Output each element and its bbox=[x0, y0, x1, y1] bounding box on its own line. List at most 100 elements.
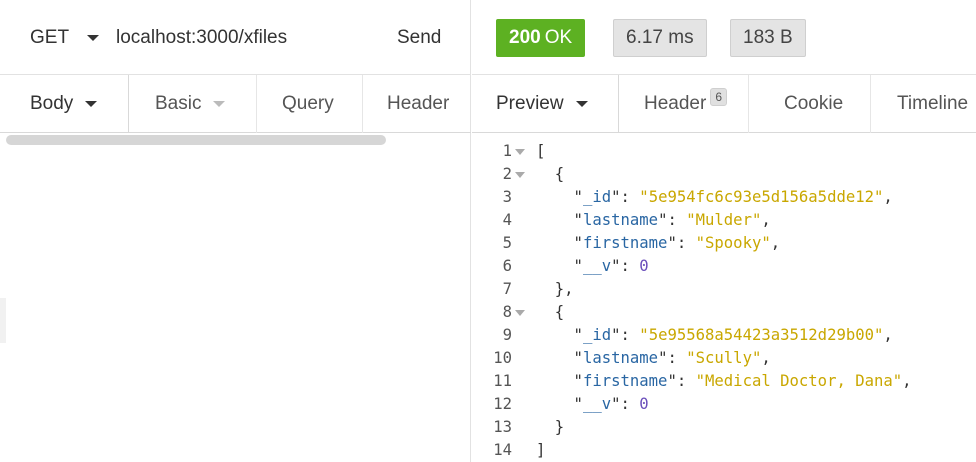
json-key: _id bbox=[582, 188, 612, 206]
tab-basic-label: Basic bbox=[155, 93, 202, 114]
code-line: 2 { bbox=[472, 163, 976, 186]
tab-divider bbox=[870, 75, 871, 133]
code-line: 10 "lastname": "Scully", bbox=[472, 347, 976, 370]
tab-cookie[interactable]: Cookie bbox=[784, 93, 843, 115]
tab-divider bbox=[256, 75, 257, 133]
status-code: 200 bbox=[509, 27, 541, 48]
url-bar: GET localhost:3000/xfiles Send bbox=[0, 0, 471, 75]
json-key: firstname bbox=[582, 372, 668, 390]
code-text: [ bbox=[536, 142, 546, 160]
chevron-down-icon bbox=[213, 101, 226, 107]
json-string-text: Spooky bbox=[705, 234, 762, 252]
code-line: 3 "_id": "5e954fc6c93e5d156a5dde12", bbox=[472, 186, 976, 209]
line-number: 11 bbox=[493, 372, 512, 390]
json-property: "firstname": "Spooky", bbox=[536, 234, 781, 252]
send-button[interactable]: Send bbox=[397, 27, 441, 49]
line-number: 12 bbox=[493, 395, 512, 413]
json-key: __v bbox=[582, 257, 612, 275]
code-text: ] bbox=[536, 441, 546, 459]
code-line: 12 "__v": 0 bbox=[472, 393, 976, 416]
response-size-badge: 183 B bbox=[730, 19, 806, 57]
fold-arrow-icon[interactable] bbox=[515, 172, 525, 178]
json-key: lastname bbox=[582, 349, 659, 367]
fold-arrow-icon[interactable] bbox=[515, 149, 525, 155]
response-pane: 200 OK 6.17 ms 183 B Preview Header 6 Co… bbox=[472, 0, 976, 462]
code-line: 9 "_id": "5e95568a54423a3512d29b00", bbox=[472, 324, 976, 347]
code-line: 5 "firstname": "Spooky", bbox=[472, 232, 976, 255]
line-number: 6 bbox=[502, 257, 512, 275]
tab-timeline-label: Timeline bbox=[897, 93, 969, 114]
method-dropdown[interactable]: GET bbox=[30, 27, 100, 49]
code-line: 6 "__v": 0 bbox=[472, 255, 976, 278]
chevron-down-icon bbox=[87, 35, 100, 41]
json-string-text: 5e954fc6c93e5d156a5dde12 bbox=[648, 188, 875, 206]
resize-handle[interactable] bbox=[0, 298, 6, 343]
line-number: 13 bbox=[493, 418, 512, 436]
json-property: "lastname": "Scully", bbox=[536, 349, 771, 367]
tab-response-header-label: Header bbox=[644, 93, 707, 114]
json-string-value: "Mulder" bbox=[686, 211, 762, 229]
line-number: 2 bbox=[502, 165, 512, 183]
horizontal-scrollbar[interactable] bbox=[6, 135, 386, 145]
tab-body[interactable]: Body bbox=[30, 93, 98, 115]
code-text: { bbox=[536, 165, 565, 183]
line-number: 7 bbox=[502, 280, 512, 298]
json-string-text: Scully bbox=[695, 349, 752, 367]
url-input[interactable]: localhost:3000/xfiles bbox=[116, 27, 287, 49]
tab-header-label: Header bbox=[387, 93, 450, 114]
tab-query-label: Query bbox=[282, 93, 334, 114]
chevron-down-icon bbox=[85, 101, 98, 107]
code-line: 4 "lastname": "Mulder", bbox=[472, 209, 976, 232]
tab-divider bbox=[362, 75, 363, 133]
code-line: 14] bbox=[472, 439, 976, 462]
json-number-value: 0 bbox=[639, 395, 649, 413]
tab-header[interactable]: Header bbox=[387, 93, 449, 115]
tab-preview[interactable]: Preview bbox=[496, 93, 588, 115]
code-line: 11 "firstname": "Medical Doctor, Dana", bbox=[472, 370, 976, 393]
line-number: 10 bbox=[493, 349, 512, 367]
code-text: }, bbox=[536, 280, 574, 298]
json-string-text: Mulder bbox=[695, 211, 752, 229]
line-number: 4 bbox=[502, 211, 512, 229]
json-property: "__v": 0 bbox=[536, 395, 649, 413]
line-number: 8 bbox=[502, 303, 512, 321]
tab-basic[interactable]: Basic bbox=[155, 93, 226, 115]
line-number: 3 bbox=[502, 188, 512, 206]
json-property: "firstname": "Medical Doctor, Dana", bbox=[536, 372, 912, 390]
line-number: 14 bbox=[493, 441, 512, 459]
tab-preview-label: Preview bbox=[496, 93, 564, 114]
tab-query[interactable]: Query bbox=[282, 93, 334, 115]
response-meta: 200 OK 6.17 ms 183 B bbox=[472, 0, 976, 75]
json-property: "__v": 0 bbox=[536, 257, 649, 275]
tab-cookie-label: Cookie bbox=[784, 93, 844, 114]
code-line: 7 }, bbox=[472, 278, 976, 301]
code-text: } bbox=[536, 418, 565, 436]
json-key: firstname bbox=[582, 234, 668, 252]
json-string-text: Medical Doctor, Dana bbox=[705, 372, 893, 390]
code-text: { bbox=[536, 303, 565, 321]
json-string-value: "Spooky" bbox=[695, 234, 771, 252]
request-pane: GET localhost:3000/xfiles Send Body Basi… bbox=[0, 0, 471, 462]
code-line: 8 { bbox=[472, 301, 976, 324]
fold-arrow-icon[interactable] bbox=[515, 310, 525, 316]
tab-body-label: Body bbox=[30, 93, 74, 114]
tab-divider bbox=[748, 75, 749, 133]
json-key: lastname bbox=[582, 211, 659, 229]
code-line: 13 } bbox=[472, 416, 976, 439]
json-property: "_id": "5e95568a54423a3512d29b00", bbox=[536, 326, 893, 344]
json-string-value: "5e954fc6c93e5d156a5dde12" bbox=[639, 188, 884, 206]
line-number: 1 bbox=[502, 142, 512, 160]
json-key: _id bbox=[582, 326, 612, 344]
json-string-value: "Scully" bbox=[686, 349, 762, 367]
response-time-badge: 6.17 ms bbox=[613, 19, 707, 57]
json-property: "_id": "5e954fc6c93e5d156a5dde12", bbox=[536, 188, 893, 206]
json-preview: 1[2 {3 "_id": "5e954fc6c93e5d156a5dde12"… bbox=[472, 140, 976, 462]
code-line: 1[ bbox=[472, 140, 976, 163]
line-number: 5 bbox=[502, 234, 512, 252]
tab-response-header[interactable]: Header 6 bbox=[644, 88, 728, 115]
json-string-text: 5e95568a54423a3512d29b00 bbox=[648, 326, 875, 344]
json-string-value: "5e95568a54423a3512d29b00" bbox=[639, 326, 884, 344]
tab-timeline[interactable]: Timeline bbox=[897, 93, 968, 115]
json-key: __v bbox=[582, 395, 612, 413]
json-string-value: "Medical Doctor, Dana" bbox=[695, 372, 903, 390]
